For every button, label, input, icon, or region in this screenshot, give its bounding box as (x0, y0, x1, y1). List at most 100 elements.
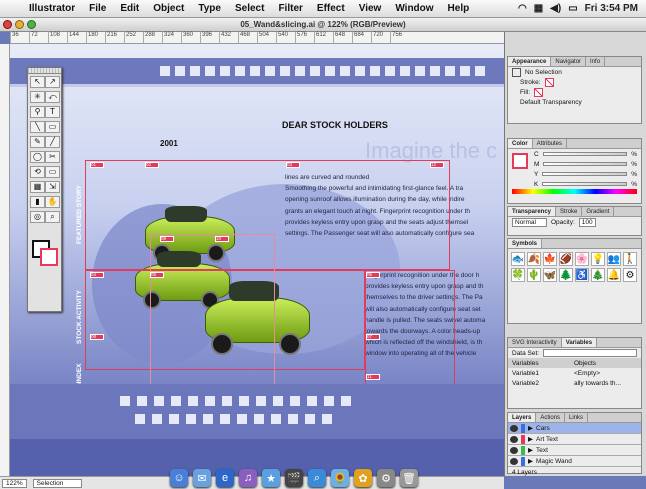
color-fill-stroke-icon[interactable] (512, 153, 528, 169)
symbol-swatch[interactable]: 🍂 (527, 252, 541, 266)
menu-object[interactable]: Object (146, 3, 191, 14)
tab-svg-interactivity[interactable]: SVG Interactivity (508, 338, 562, 347)
tab-gradient[interactable]: Gradient (582, 207, 615, 216)
rectangle-tool-icon[interactable]: ▭ (45, 121, 60, 133)
eye-icon[interactable] (510, 446, 518, 454)
disclosure-triangle-icon[interactable]: ▶ (528, 424, 533, 432)
lasso-tool-icon[interactable]: ⤺ (45, 91, 60, 103)
mail-icon[interactable]: ✉ (193, 469, 211, 487)
finder-icon[interactable]: ☺ (170, 469, 188, 487)
display-icon[interactable]: ▦ (534, 3, 543, 14)
symbol-swatch[interactable]: 🏈 (559, 252, 573, 266)
tab-attributes[interactable]: Attributes (533, 139, 568, 148)
type-tool-icon[interactable]: T (45, 106, 60, 118)
layer-row[interactable]: ▶ Cars (508, 423, 641, 434)
slice-tag[interactable]: 06 (366, 272, 380, 278)
year-label[interactable]: 2001 (160, 138, 178, 149)
symbol-swatch[interactable]: 🚶 (623, 252, 637, 266)
slice-tag[interactable]: 12 (430, 162, 444, 168)
menu-type[interactable]: Type (191, 3, 228, 14)
volume-icon[interactable]: ◀) (550, 3, 561, 14)
disclosure-triangle-icon[interactable]: ▶ (528, 435, 533, 443)
symbol-swatch[interactable]: 🦋 (543, 268, 557, 282)
menu-app[interactable]: Illustrator (22, 3, 82, 14)
slice-tag[interactable]: 01 (90, 162, 104, 168)
channel-slider[interactable] (542, 152, 628, 156)
itunes-icon[interactable]: ♫ (239, 469, 257, 487)
trash-icon[interactable]: 🗑 (400, 469, 418, 487)
slice-tag[interactable]: 02 (145, 162, 159, 168)
slice-tag[interactable]: 05 (150, 272, 164, 278)
fill-stroke-swatch[interactable] (32, 240, 58, 266)
menubar-clock[interactable]: Fri 3:54 PM (585, 3, 638, 14)
pen-tool-icon[interactable]: ⚲ (30, 106, 45, 118)
variable-row[interactable]: Variable1 <Empty> (508, 368, 641, 378)
layer-row[interactable]: ▶ Magic Wand (508, 456, 641, 467)
iphoto-icon[interactable]: 🌻 (331, 469, 349, 487)
heading-dear-stock-holders[interactable]: DEAR STOCK HOLDERS (282, 120, 388, 131)
symbol-swatch[interactable]: 🍀 (511, 268, 525, 282)
menu-select[interactable]: Select (228, 3, 271, 14)
warp-tool-icon[interactable]: ⇲ (45, 181, 60, 193)
slice-tag[interactable]: 09 (160, 236, 174, 242)
symbol-swatch[interactable]: 💡 (591, 252, 605, 266)
eye-icon[interactable] (510, 435, 518, 443)
color-spectrum-bar[interactable] (512, 189, 637, 194)
tab-symbols[interactable]: Symbols (508, 239, 543, 248)
wifi-icon[interactable]: ◠ (518, 3, 527, 14)
menu-edit[interactable]: Edit (113, 3, 146, 14)
tab-appearance[interactable]: Appearance (508, 57, 552, 66)
vertical-label-featured[interactable]: FEATURED STORY (74, 185, 85, 244)
symbol-swatch[interactable]: 🌲 (559, 268, 573, 282)
opacity-field[interactable]: 100 (578, 217, 596, 227)
stroke-row[interactable]: Stroke: (508, 77, 641, 87)
slice-tag[interactable]: 04 (90, 272, 104, 278)
menu-window[interactable]: Window (388, 3, 440, 14)
tab-info[interactable]: Info (586, 57, 606, 66)
pencil-tool-icon[interactable]: ╱ (45, 136, 60, 148)
symbol-swatch[interactable]: 🌵 (527, 268, 541, 282)
tab-actions[interactable]: Actions (536, 413, 566, 422)
disclosure-triangle-icon[interactable]: ▶ (528, 457, 533, 465)
stroke-swatch[interactable] (40, 248, 58, 266)
symbol-swatch[interactable]: ♿ (575, 268, 589, 282)
symbol-swatch[interactable]: 🍁 (543, 252, 557, 266)
zoom-tool-icon[interactable]: ⌕ (45, 211, 60, 223)
vertical-ruler[interactable] (0, 44, 10, 476)
battery-icon[interactable]: ▭ (568, 3, 577, 14)
slice-tag[interactable]: 11 (366, 374, 380, 380)
dataset-select[interactable] (543, 349, 637, 357)
symbol-sprayer-tool-icon[interactable]: ▮ (30, 196, 45, 208)
symbol-swatch[interactable]: 👥 (607, 252, 621, 266)
tab-color[interactable]: Color (508, 139, 533, 148)
paintbrush-tool-icon[interactable]: ✎ (30, 136, 45, 148)
blend-mode-select[interactable]: Normal (512, 217, 547, 227)
fill-row[interactable]: Fill: (508, 87, 641, 97)
eye-icon[interactable] (510, 457, 518, 465)
symbol-swatch[interactable]: 🎄 (591, 268, 605, 282)
ellipse-tool-icon[interactable]: ◯ (30, 151, 45, 163)
clapper-icon[interactable]: 🎬 (285, 469, 303, 487)
scissors-tool-icon[interactable]: ✂ (45, 151, 60, 163)
tab-layers[interactable]: Layers (508, 413, 537, 422)
magic-wand-tool-icon[interactable]: ✳ (30, 91, 45, 103)
slice-tag[interactable]: 08 (90, 334, 104, 340)
eye-icon[interactable] (510, 424, 518, 432)
tab-transparency[interactable]: Transparency (508, 207, 557, 216)
menu-view[interactable]: View (352, 3, 389, 14)
system-prefs-icon[interactable]: ⚙ (377, 469, 395, 487)
symbol-swatch[interactable]: 🔔 (607, 268, 621, 282)
selection-tool-icon[interactable]: ↖ (30, 76, 45, 88)
menu-filter[interactable]: Filter (271, 3, 309, 14)
search-icon[interactable]: ⌕ (308, 469, 326, 487)
channel-slider[interactable] (543, 162, 628, 166)
disclosure-triangle-icon[interactable]: ▶ (528, 446, 533, 454)
tab-navigator[interactable]: Navigator (551, 57, 587, 66)
ie-icon[interactable]: e (216, 469, 234, 487)
tab-variables[interactable]: Variables (561, 338, 598, 347)
artboard-canvas[interactable]: DEAR STOCK HOLDERS 2001 Imagine the c li… (10, 44, 504, 476)
default-transparency-row[interactable]: Default Transparency (508, 97, 641, 107)
slice-tag[interactable]: 07 (366, 334, 380, 340)
layer-row[interactable]: ▶ Art Text (508, 434, 641, 445)
symbol-swatch[interactable]: ⚙ (623, 268, 637, 282)
